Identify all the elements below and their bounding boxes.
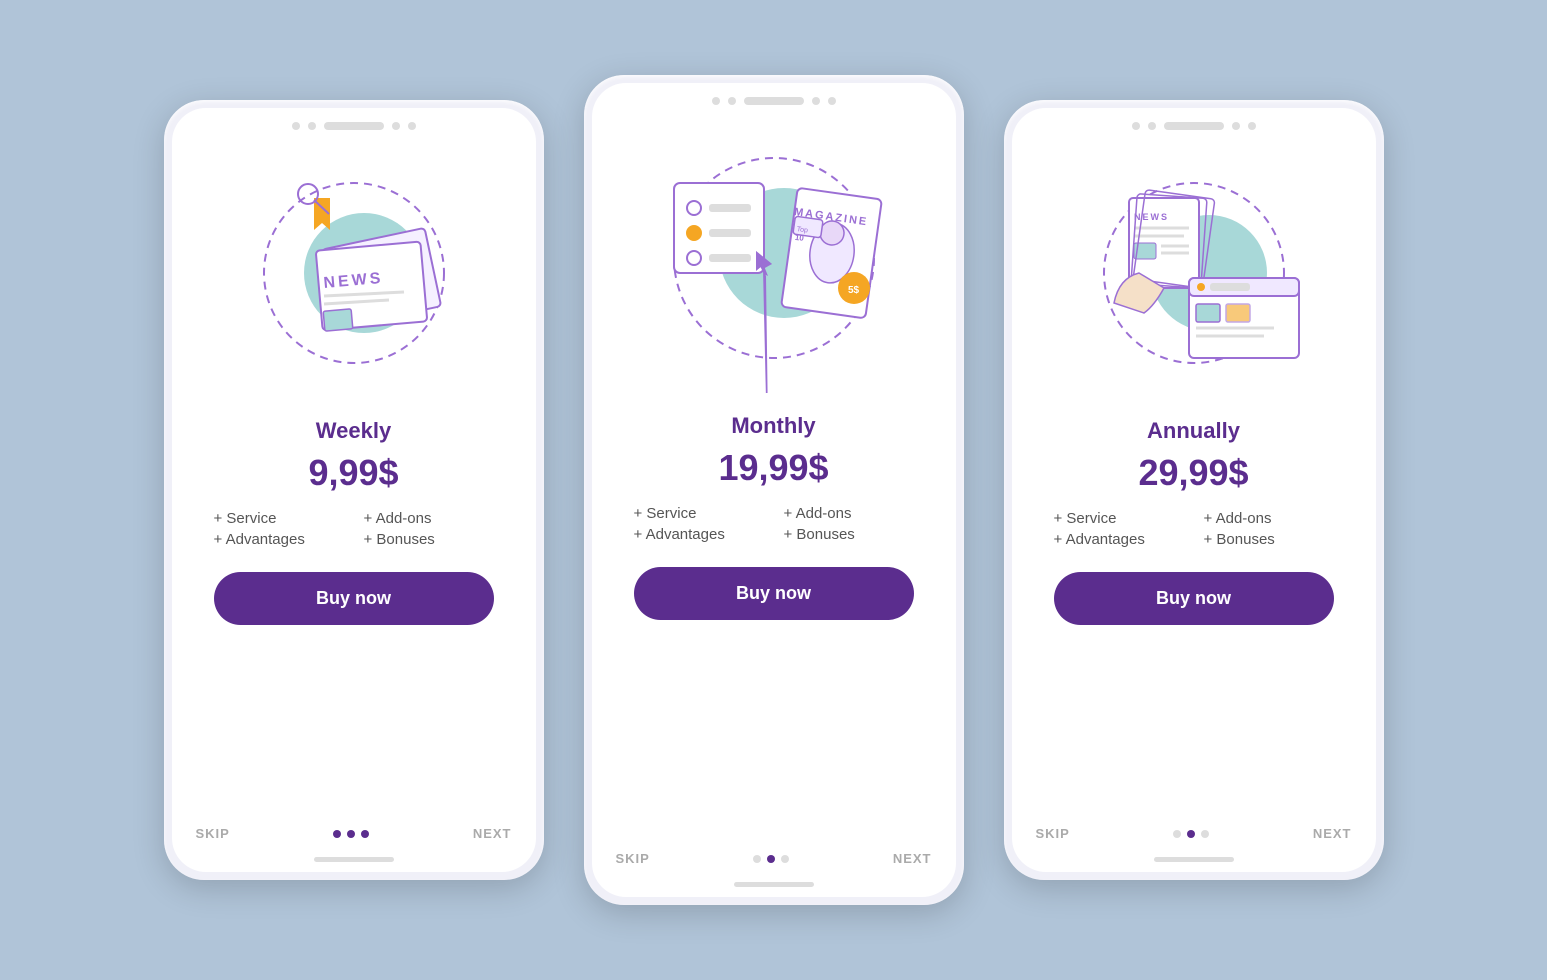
dots-nav-weekly — [333, 830, 369, 838]
svg-text:NEWS: NEWS — [1134, 212, 1169, 222]
phone-monthly: MAGAZINE Top 10 5$ Monthly 19,99$ — [584, 75, 964, 905]
phone-bottom-annually: SKIP NEXT — [1012, 818, 1376, 857]
features-annually: + Service + Add-ons + Advantages + Bonus… — [1054, 510, 1334, 548]
feature-monthly-3: + Advantages — [634, 526, 764, 543]
home-bar-weekly — [314, 857, 394, 862]
next-weekly[interactable]: NEXT — [473, 826, 512, 841]
home-bar-monthly — [734, 882, 814, 887]
phone-dot-1 — [292, 122, 300, 130]
illustration-monthly: MAGAZINE Top 10 5$ — [592, 113, 956, 413]
phone-dot-2 — [308, 122, 316, 130]
nav-dot-1[interactable] — [333, 830, 341, 838]
phone-dot-a1 — [1132, 122, 1140, 130]
feature-monthly-1: + Service — [634, 505, 764, 522]
illustration-annually: NEWS — [1012, 138, 1376, 418]
feature-annually-1: + Service — [1054, 510, 1184, 527]
phone-dot-a2 — [1148, 122, 1156, 130]
phone-annually: NEWS — [1004, 100, 1384, 880]
phone-speaker-monthly — [744, 97, 804, 105]
phone-weekly: NEWS Weekly 9,99$ + Service + Add-ons + … — [164, 100, 544, 880]
card-content-monthly: Monthly 19,99$ + Service + Add-ons + Adv… — [592, 413, 956, 843]
feature-monthly-2: + Add-ons — [784, 505, 914, 522]
phone-speaker-annually — [1164, 122, 1224, 130]
phones-container: NEWS Weekly 9,99$ + Service + Add-ons + … — [164, 75, 1384, 905]
next-monthly[interactable]: NEXT — [893, 851, 932, 866]
plan-title-monthly: Monthly — [731, 413, 815, 439]
buy-button-annually[interactable]: Buy now — [1054, 572, 1334, 625]
next-annually[interactable]: NEXT — [1313, 826, 1352, 841]
card-content-weekly: Weekly 9,99$ + Service + Add-ons + Advan… — [172, 418, 536, 818]
buy-button-weekly[interactable]: Buy now — [214, 572, 494, 625]
phone-top-bar-monthly — [592, 83, 956, 113]
dots-nav-monthly — [753, 855, 789, 863]
feature-weekly-2: + Add-ons — [364, 510, 494, 527]
feature-weekly-1: + Service — [214, 510, 344, 527]
svg-text:5$: 5$ — [848, 285, 860, 296]
svg-text:10: 10 — [794, 233, 805, 243]
plan-price-annually: 29,99$ — [1138, 452, 1248, 494]
phone-dot-a3 — [1232, 122, 1240, 130]
phone-speaker-weekly — [324, 122, 384, 130]
feature-annually-3: + Advantages — [1054, 531, 1184, 548]
dots-nav-annually — [1173, 830, 1209, 838]
phone-top-bar-weekly — [172, 108, 536, 138]
plan-title-weekly: Weekly — [316, 418, 391, 444]
feature-weekly-3: + Advantages — [214, 531, 344, 548]
phone-dot-m3 — [812, 97, 820, 105]
monthly-illustration-svg: MAGAZINE Top 10 5$ — [644, 133, 904, 393]
feature-annually-2: + Add-ons — [1204, 510, 1334, 527]
nav-dot-m2[interactable] — [767, 855, 775, 863]
nav-dot-m1[interactable] — [753, 855, 761, 863]
plan-price-weekly: 9,99$ — [308, 452, 398, 494]
skip-weekly[interactable]: SKIP — [196, 826, 230, 841]
features-monthly: + Service + Add-ons + Advantages + Bonus… — [634, 505, 914, 543]
illustration-weekly: NEWS — [172, 138, 536, 418]
skip-annually[interactable]: SKIP — [1036, 826, 1070, 841]
features-weekly: + Service + Add-ons + Advantages + Bonus… — [214, 510, 494, 548]
weekly-illustration-svg: NEWS — [234, 158, 474, 398]
feature-monthly-4: + Bonuses — [784, 526, 914, 543]
phone-dot-4 — [408, 122, 416, 130]
plan-price-monthly: 19,99$ — [718, 447, 828, 489]
feature-annually-4: + Bonuses — [1204, 531, 1334, 548]
nav-dot-2[interactable] — [347, 830, 355, 838]
card-content-annually: Annually 29,99$ + Service + Add-ons + Ad… — [1012, 418, 1376, 818]
phone-dot-a4 — [1248, 122, 1256, 130]
phone-dot-m1 — [712, 97, 720, 105]
buy-button-monthly[interactable]: Buy now — [634, 567, 914, 620]
nav-dot-m3[interactable] — [781, 855, 789, 863]
nav-dot-a1[interactable] — [1173, 830, 1181, 838]
nav-dot-a3[interactable] — [1201, 830, 1209, 838]
home-bar-annually — [1154, 857, 1234, 862]
plan-title-annually: Annually — [1147, 418, 1240, 444]
feature-weekly-4: + Bonuses — [364, 531, 494, 548]
phone-top-bar-annually — [1012, 108, 1376, 138]
phone-dot-3 — [392, 122, 400, 130]
phone-dot-m4 — [828, 97, 836, 105]
phone-dot-m2 — [728, 97, 736, 105]
phone-bottom-weekly: SKIP NEXT — [172, 818, 536, 857]
phone-bottom-monthly: SKIP NEXT — [592, 843, 956, 882]
skip-monthly[interactable]: SKIP — [616, 851, 650, 866]
annually-illustration-svg: NEWS — [1074, 158, 1314, 398]
nav-dot-3[interactable] — [361, 830, 369, 838]
nav-dot-a2[interactable] — [1187, 830, 1195, 838]
